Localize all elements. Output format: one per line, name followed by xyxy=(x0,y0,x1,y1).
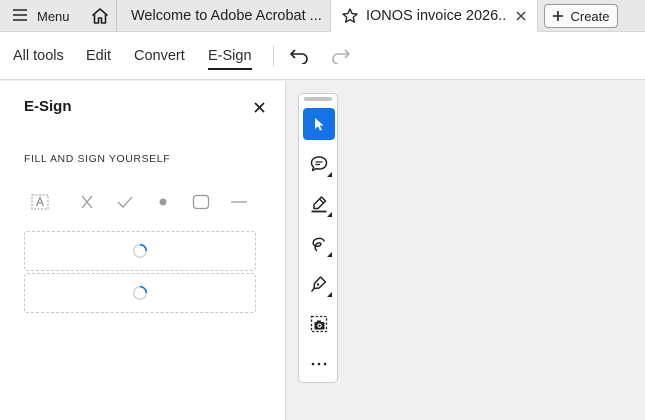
toolbar-divider xyxy=(273,46,274,66)
checkmark-icon[interactable] xyxy=(113,191,137,213)
sign-pen-button[interactable] xyxy=(303,268,335,300)
home-button[interactable] xyxy=(84,0,116,32)
dropdown-corner-icon xyxy=(327,212,332,217)
hamburger-icon xyxy=(12,8,28,25)
main-toolbar: All tools Edit Convert E-Sign xyxy=(0,32,645,80)
dropdown-corner-icon xyxy=(327,292,332,297)
comment-button[interactable] xyxy=(303,148,335,180)
rounded-rect-icon[interactable] xyxy=(189,191,213,213)
undo-button[interactable] xyxy=(287,44,311,68)
tool-edit[interactable]: Edit xyxy=(86,32,111,80)
close-tab-icon[interactable] xyxy=(511,6,531,26)
create-button[interactable]: Create xyxy=(544,4,618,28)
line-icon[interactable] xyxy=(227,191,251,213)
highlight-button[interactable] xyxy=(303,188,335,220)
text-field-icon[interactable] xyxy=(28,191,52,213)
dot-icon[interactable] xyxy=(151,191,175,213)
tool-esign-label: E-Sign xyxy=(208,48,252,64)
home-icon xyxy=(91,8,109,24)
loading-spinner-icon xyxy=(132,243,148,259)
tab-invoice[interactable]: IONOS invoice 2026... xyxy=(330,0,538,32)
quick-actions-toolbar xyxy=(298,93,338,383)
drag-handle[interactable] xyxy=(304,97,332,101)
section-label: FILL AND SIGN YOURSELF xyxy=(24,153,171,165)
snapshot-icon xyxy=(310,315,328,333)
freehand-draw-icon xyxy=(312,237,325,252)
tool-all-tools-label: All tools xyxy=(13,48,64,64)
redo-button[interactable] xyxy=(329,44,353,68)
initials-slot[interactable] xyxy=(24,273,256,313)
sign-pen-icon xyxy=(310,276,327,292)
highlight-icon xyxy=(311,196,327,213)
create-label: Create xyxy=(570,8,610,24)
tab-invoice-title: IONOS invoice 2026... xyxy=(366,8,505,24)
undo-icon xyxy=(290,49,308,64)
select-pointer-icon xyxy=(315,118,324,131)
tool-convert[interactable]: Convert xyxy=(134,32,185,80)
esign-panel: E-Sign FILL AND SIGN YOURSELF xyxy=(0,81,286,420)
comment-icon xyxy=(310,156,328,172)
panel-title: E-Sign xyxy=(24,98,72,115)
loading-spinner-icon xyxy=(132,285,148,301)
tool-all-tools[interactable]: All tools xyxy=(13,32,64,80)
cross-icon[interactable] xyxy=(75,191,99,213)
select-pointer-button[interactable] xyxy=(303,108,335,140)
dropdown-corner-icon xyxy=(327,252,332,257)
tool-edit-label: Edit xyxy=(86,48,111,64)
menu-button[interactable]: Menu xyxy=(0,0,80,32)
menu-label: Menu xyxy=(37,8,70,24)
tab-welcome[interactable]: Welcome to Adobe Acrobat ... xyxy=(116,0,330,32)
tab-bar: Menu Welcome to Adobe Acrobat ... IONOS … xyxy=(0,0,645,32)
star-icon[interactable] xyxy=(341,7,359,25)
tool-convert-label: Convert xyxy=(134,48,185,64)
dropdown-corner-icon xyxy=(327,172,332,177)
close-panel-icon[interactable] xyxy=(250,98,268,116)
more-icon xyxy=(311,362,327,366)
snapshot-button[interactable] xyxy=(303,308,335,340)
redo-icon xyxy=(332,49,350,64)
plus-icon xyxy=(553,11,564,21)
tool-esign[interactable]: E-Sign xyxy=(208,32,252,80)
more-options-button[interactable] xyxy=(303,348,335,380)
tab-welcome-title: Welcome to Adobe Acrobat ... xyxy=(131,8,322,24)
document-area xyxy=(287,81,645,420)
signature-slot[interactable] xyxy=(24,231,256,271)
sign-tools-row xyxy=(28,191,258,213)
freehand-draw-button[interactable] xyxy=(303,228,335,260)
